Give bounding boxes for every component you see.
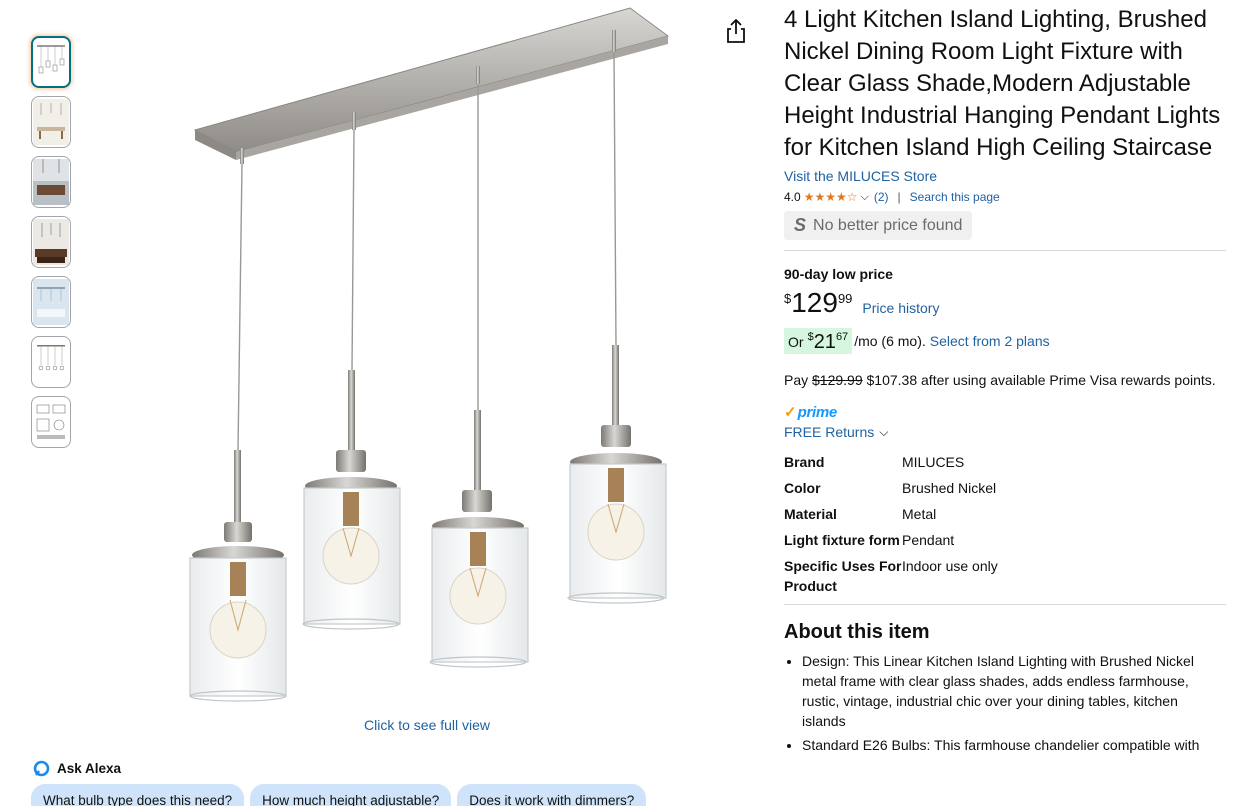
no-better-price-badge[interactable]: S No better price found — [784, 211, 973, 240]
alexa-question-height[interactable]: How much height adjustable? — [250, 784, 452, 806]
spec-value: MILUCES — [902, 454, 965, 470]
free-returns-link[interactable]: FREE Returns ⌵ — [784, 424, 1226, 440]
alexa-question-dimmers[interactable]: Does it work with dimmers? — [457, 784, 647, 806]
price-whole: 129 — [791, 287, 838, 318]
chevron-down-icon: ⌵ — [879, 424, 889, 439]
parts-thumbnail-icon — [36, 404, 66, 439]
divider — [784, 604, 1226, 605]
product-title: 4 Light Kitchen Island Lighting, Brushed… — [784, 6, 1221, 161]
alexa-question-chips: What bulb type does this need? How much … — [31, 784, 647, 806]
spec-row: Color Brushed Nickel — [784, 478, 1224, 498]
thumbnail-strip — [31, 36, 71, 456]
prime-check-icon: ✓ — [784, 404, 797, 421]
low-price-label: 90-day low price — [784, 266, 893, 282]
product-info-column: 4 Light Kitchen Island Lighting, Brushed… — [784, 4, 1226, 759]
alexa-question-bulb[interactable]: What bulb type does this need? — [31, 784, 245, 806]
spec-key: Light fixture form — [784, 532, 900, 548]
kitchen-thumbnail-icon — [33, 159, 69, 205]
about-bullets: Design: This Linear Kitchen Island Light… — [784, 651, 1212, 755]
spec-key: Brand — [784, 454, 825, 470]
monthly-whole: 21 — [813, 331, 836, 353]
thumbnail-6[interactable] — [31, 336, 71, 388]
main-product-image[interactable] — [160, 0, 700, 712]
about-bullet: Design: This Linear Kitchen Island Light… — [802, 651, 1212, 731]
dimensions-thumbnail-icon — [33, 279, 69, 325]
spec-row: Light fixture form Pendant — [784, 530, 1224, 550]
thumbnail-5[interactable] — [31, 276, 71, 328]
spec-row: Material Metal — [784, 504, 1224, 524]
alexa-icon — [33, 760, 50, 777]
pay-rest: $107.38 after using available Prime Visa… — [866, 372, 1216, 388]
about-title: About this item — [784, 621, 930, 643]
review-count-link[interactable]: (2) — [874, 190, 889, 204]
spec-value: Metal — [902, 506, 937, 522]
ask-alexa-header: Ask Alexa — [33, 760, 121, 777]
pay-prefix: Pay — [784, 372, 809, 388]
monthly-fraction: 67 — [835, 331, 849, 343]
pay-strike-price: $129.99 — [812, 372, 863, 388]
monthly-price-badge: Or $ 21 67 — [784, 328, 853, 354]
price-tracker-s-icon: S — [794, 215, 807, 235]
thumbnail-2[interactable] — [31, 96, 71, 148]
spec-value: Brushed Nickel — [902, 480, 997, 496]
dining-room-thumbnail-icon — [33, 99, 69, 145]
rating-row: 4.0 ★ ★ ★ ★ ☆ ⌵ (2) | Search this page — [784, 189, 1226, 205]
price-fraction: 99 — [837, 291, 853, 306]
no-better-price-text: No better price found — [813, 216, 963, 234]
monthly-term: /mo (6 mo). — [854, 333, 926, 349]
thumbnail-7[interactable] — [31, 396, 71, 448]
thumbnail-1[interactable] — [31, 36, 71, 88]
prime-label: prime — [797, 403, 838, 421]
spec-key: Color — [784, 480, 821, 496]
spec-key: Specific Uses For Product — [784, 558, 902, 594]
search-this-page-link[interactable]: Search this page — [910, 190, 1000, 204]
about-bullet: Standard E26 Bulbs: This farmhouse chand… — [802, 735, 1212, 755]
product-specs-table: Brand MILUCES Color Brushed Nickel Mater… — [784, 452, 1224, 596]
star-full-icon: ★ — [814, 190, 826, 204]
divider — [784, 250, 1226, 251]
full-view-link[interactable]: Click to see full view — [364, 717, 490, 733]
spec-value: Indoor use only — [902, 558, 998, 574]
spec-row: Brand MILUCES — [784, 452, 1224, 472]
select-plans-link[interactable]: Select from 2 plans — [930, 333, 1050, 349]
price-row: $ 129 99 Price history — [784, 288, 1226, 320]
star-full-icon: ★ — [835, 190, 847, 204]
spec-value: Pendant — [902, 532, 955, 548]
star-full-icon: ★ — [825, 190, 836, 204]
island-thumbnail-icon — [33, 219, 69, 265]
prime-badge: ✓ prime — [784, 403, 1226, 422]
star-empty-icon: ☆ — [846, 190, 858, 204]
free-returns-label: FREE Returns — [784, 424, 875, 440]
rating-separator: | — [897, 190, 901, 204]
prime-visa-pay-row: Pay $129.99 $107.38 after using availabl… — [784, 372, 1226, 388]
share-icon[interactable] — [724, 18, 748, 44]
star-full-icon: ★ — [803, 190, 815, 204]
spec-row: Specific Uses For Product Indoor use onl… — [784, 556, 1224, 596]
price-symbol: $ — [784, 291, 792, 306]
thumbnail-3[interactable] — [31, 156, 71, 208]
rating-value: 4.0 — [784, 190, 801, 204]
price-history-link[interactable]: Price history — [862, 300, 939, 316]
monthly-or: Or — [788, 334, 804, 350]
spec-diagram-thumbnail-icon — [37, 345, 65, 371]
store-link[interactable]: Visit the MILUCES Store — [784, 168, 1226, 184]
star-rating[interactable]: ★ ★ ★ ★ ☆ — [804, 191, 858, 203]
chevron-down-icon[interactable]: ⌵ — [861, 191, 869, 204]
pendant-thumbnail-icon — [37, 45, 65, 74]
monthly-payment-row: Or $ 21 67 /mo (6 mo). Select from 2 pla… — [784, 328, 1226, 354]
thumbnail-4[interactable] — [31, 216, 71, 268]
spec-key: Material — [784, 506, 837, 522]
ask-alexa-label: Ask Alexa — [57, 761, 122, 776]
